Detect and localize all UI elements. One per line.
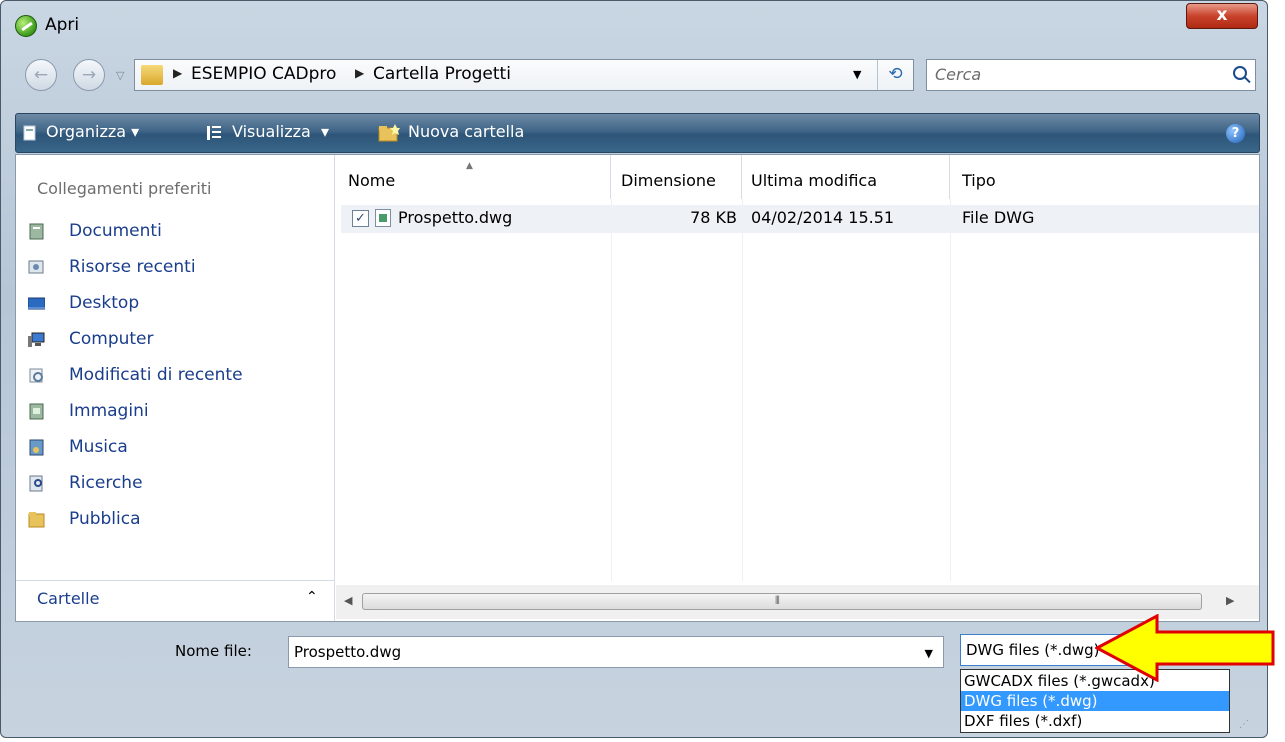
sidebar-item-label: Risorse recenti — [69, 257, 196, 277]
dwg-file-icon — [375, 209, 391, 227]
column-divider — [950, 199, 951, 581]
sidebar-item-label: Immagini — [69, 401, 149, 421]
desktop-icon — [28, 297, 45, 310]
chevron-down-icon[interactable]: ▼ — [925, 647, 933, 660]
file-modified: 04/02/2014 15.51 — [751, 208, 895, 227]
searches-icon — [29, 475, 43, 492]
file-type: File DWG — [962, 208, 1035, 227]
file-size: 78 KB — [690, 208, 737, 227]
chevron-right-icon[interactable]: ▶ — [355, 66, 364, 80]
filename-value: Prospetto.dwg — [294, 643, 402, 661]
breadcrumb-item[interactable]: ESEMPIO CADpro — [191, 64, 336, 84]
navigation-pane: Collegamenti preferiti Documenti Risorse… — [16, 155, 335, 621]
filetype-selected: DWG files (*.dwg) — [966, 641, 1100, 659]
address-dropdown-icon[interactable]: ▼ — [853, 68, 861, 81]
filetype-option[interactable]: DXF files (*.dxf) — [961, 711, 1229, 731]
highlight-arrow-icon — [1095, 614, 1275, 682]
breadcrumb-item[interactable]: Cartella Progetti — [373, 64, 511, 84]
sidebar-item-label: Desktop — [69, 293, 140, 313]
organize-label: Organizza — [46, 122, 127, 141]
chevron-up-icon[interactable]: ⌃ — [306, 589, 318, 605]
back-button[interactable]: ← — [25, 59, 57, 91]
favorite-links-header: Collegamenti preferiti — [37, 179, 212, 198]
refresh-icon[interactable]: ⟲ — [877, 60, 913, 90]
window-title: Apri — [45, 15, 80, 35]
title-bar: Apri x — [1, 1, 1267, 47]
filename-input[interactable]: Prospetto.dwg ▼ — [288, 636, 944, 668]
folder-icon — [141, 65, 163, 85]
sidebar-item-documenti[interactable]: Documenti — [28, 219, 328, 245]
table-row[interactable]: ✓ Prospetto.dwg 78 KB 04/02/2014 15.51 F… — [341, 205, 1259, 233]
column-header-modified[interactable]: Ultima modifica — [742, 155, 950, 199]
column-divider — [742, 199, 743, 581]
sort-ascending-icon: ▲ — [466, 161, 473, 171]
scrollbar-thumb[interactable]: ⦀ — [362, 593, 1202, 610]
music-icon — [29, 439, 44, 456]
forward-button[interactable]: → — [73, 59, 105, 91]
views-icon — [207, 126, 221, 140]
recently-changed-icon — [29, 368, 43, 383]
sidebar-item-label: Musica — [69, 437, 128, 457]
documents-icon — [29, 223, 44, 240]
sidebar-item-risorse-recenti[interactable]: Risorse recenti — [28, 255, 328, 281]
sidebar-item-desktop[interactable]: Desktop — [28, 291, 328, 317]
help-icon[interactable]: ? — [1226, 124, 1245, 143]
app-logo-icon — [15, 15, 37, 37]
column-header-type[interactable]: Tipo — [950, 155, 1259, 199]
column-header-label: Dimensione — [621, 171, 716, 190]
column-header-size[interactable]: Dimensione — [611, 155, 742, 199]
search-placeholder: Cerca — [935, 65, 982, 84]
resize-grip-icon[interactable]: ⋰ — [1239, 719, 1249, 730]
history-dropdown-icon[interactable]: ▽ — [116, 69, 124, 82]
filetype-option[interactable]: DWG files (*.dwg) — [961, 691, 1229, 711]
grip-icon: ⦀ — [775, 594, 780, 607]
address-bar[interactable]: ▶ ESEMPIO CADpro ▶ Cartella Progetti ▼ ⟲ — [134, 59, 914, 91]
file-list: ▲ Nome Dimensione Ultima modifica Tipo ✓… — [336, 155, 1259, 621]
folders-toggle[interactable]: Cartelle — [37, 589, 99, 608]
sidebar-item-label: Pubblica — [69, 509, 141, 529]
views-button[interactable]: Visualizza ▾ — [232, 122, 329, 141]
recent-places-icon — [28, 260, 44, 274]
row-checkbox[interactable]: ✓ — [352, 210, 369, 227]
sidebar-item-computer[interactable]: Computer — [28, 327, 328, 353]
sidebar-item-label: Computer — [69, 329, 154, 349]
close-button[interactable]: x — [1186, 3, 1258, 29]
column-header-label: Tipo — [962, 171, 996, 190]
organize-icon — [23, 125, 36, 141]
filename-label: Nome file: — [175, 642, 252, 660]
scroll-left-icon[interactable]: ◀ — [344, 594, 352, 607]
new-folder-button[interactable]: Nuova cartella — [408, 122, 524, 141]
scroll-right-icon[interactable]: ▶ — [1226, 594, 1234, 607]
column-divider — [611, 199, 612, 581]
organize-button[interactable]: Organizza ▾ — [46, 122, 139, 141]
chevron-right-icon[interactable]: ▶ — [173, 66, 182, 80]
sidebar-item-label: Documenti — [69, 221, 162, 241]
views-label: Visualizza — [232, 122, 311, 141]
sidebar-item-immagini[interactable]: Immagini — [28, 399, 328, 425]
file-name: Prospetto.dwg — [398, 208, 513, 227]
column-header-label: Nome — [348, 171, 396, 190]
sidebar-item-pubblica[interactable]: Pubblica — [28, 507, 328, 533]
navigation-bar: ← → ▽ ▶ ESEMPIO CADpro ▶ Cartella Proget… — [1, 53, 1267, 99]
open-file-dialog: Apri x ← → ▽ ▶ ESEMPIO CADpro ▶ Cartella… — [0, 0, 1268, 738]
main-content: Collegamenti preferiti Documenti Risorse… — [15, 154, 1260, 622]
search-icon[interactable] — [1233, 66, 1247, 80]
sidebar-item-musica[interactable]: Musica — [28, 435, 328, 461]
pictures-icon — [29, 403, 44, 420]
search-input[interactable]: Cerca — [926, 59, 1256, 91]
column-header-label: Ultima modifica — [751, 171, 878, 190]
new-folder-icon — [378, 124, 400, 142]
sidebar-item-ricerche[interactable]: Ricerche — [28, 471, 328, 497]
sidebar-item-label: Ricerche — [69, 473, 143, 493]
sidebar-item-label: Modificati di recente — [69, 365, 243, 385]
sidebar-divider — [16, 580, 335, 581]
command-toolbar: Organizza ▾ Visualizza ▾ Nuova cartella … — [15, 113, 1260, 153]
public-folder-icon — [28, 512, 45, 528]
column-header-name[interactable]: ▲ Nome — [336, 155, 611, 199]
computer-icon — [28, 332, 45, 347]
sidebar-item-modificati-di-recente[interactable]: Modificati di recente — [28, 363, 328, 389]
